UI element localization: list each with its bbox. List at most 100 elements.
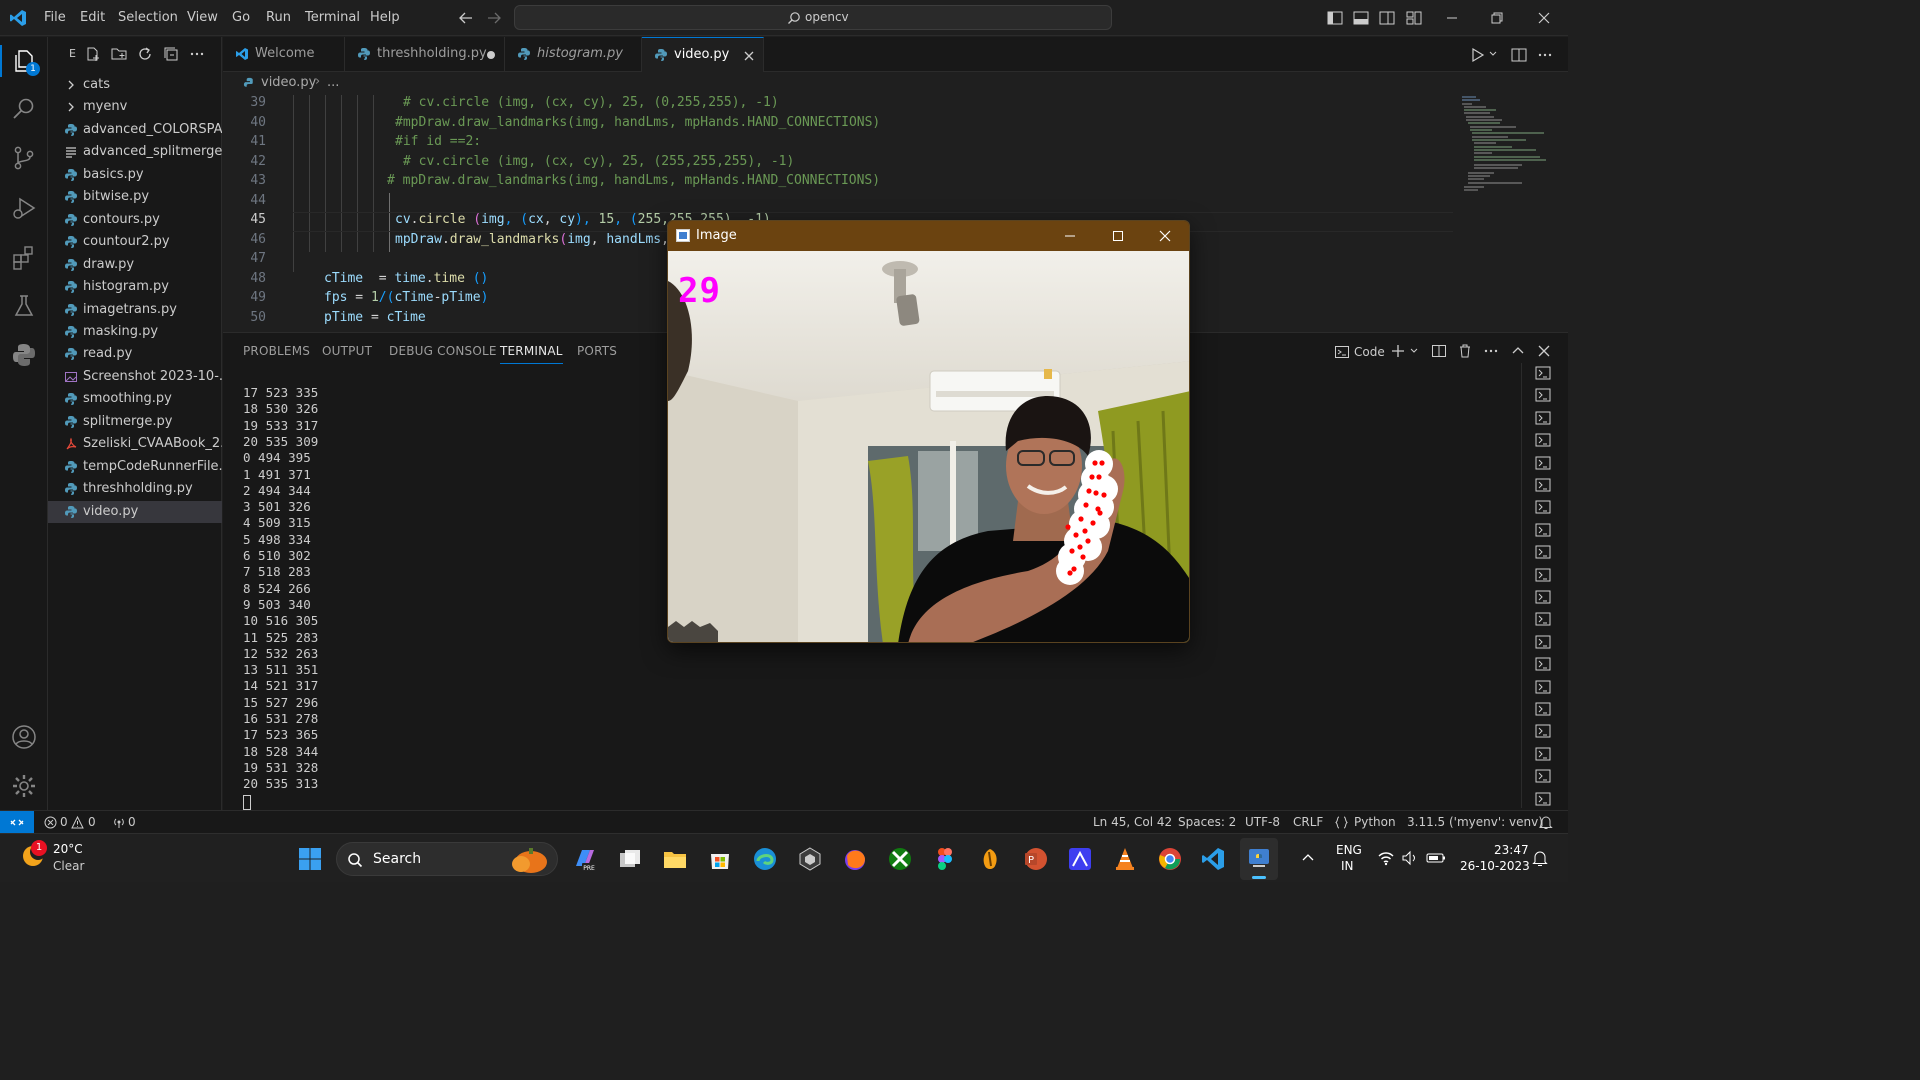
warning-count[interactable]: 0 xyxy=(88,815,96,829)
tab-histogram[interactable]: histogram.py xyxy=(505,37,642,72)
more-actions-icon[interactable] xyxy=(189,46,205,62)
maximize-panel-icon[interactable] xyxy=(1510,343,1526,359)
settings-gear-icon[interactable] xyxy=(10,772,38,800)
firefox-icon[interactable] xyxy=(842,846,868,872)
terminal-shell-label[interactable]: Code xyxy=(1354,345,1385,359)
language-indicator-bottom[interactable]: IN xyxy=(1341,859,1354,873)
terminal-instance-icon[interactable] xyxy=(1535,523,1551,537)
trash-icon[interactable] xyxy=(1457,343,1473,359)
tree-file[interactable]: basics.py xyxy=(48,164,222,186)
terminal-instance-icon[interactable] xyxy=(1535,456,1551,470)
forward-arrow-icon[interactable] xyxy=(486,10,502,26)
chrome-icon[interactable] xyxy=(1157,846,1183,872)
battery-icon[interactable] xyxy=(1426,851,1446,865)
terminal-instance-icon[interactable] xyxy=(1535,411,1551,425)
close-tab-icon[interactable] xyxy=(742,49,756,63)
terminal-instance-icon[interactable] xyxy=(1535,792,1551,806)
terminal-instance-icon[interactable] xyxy=(1535,747,1551,761)
restore-icon[interactable] xyxy=(1488,9,1506,27)
menu-file[interactable]: File xyxy=(44,10,66,25)
notification-bell-icon[interactable] xyxy=(1532,850,1548,867)
task-view-icon[interactable] xyxy=(617,846,643,872)
tab-ports[interactable]: PORTS xyxy=(577,344,617,358)
terminal-instance-icon[interactable] xyxy=(1535,769,1551,783)
cursor-position[interactable]: Ln 45, Col 42 xyxy=(1093,815,1172,829)
menu-run[interactable]: Run xyxy=(266,10,291,25)
tree-file[interactable]: advanced_splitmerge xyxy=(48,141,222,163)
tab-problems[interactable]: PROBLEMS xyxy=(243,344,310,358)
accounts-icon[interactable] xyxy=(10,723,38,751)
powerpoint-icon[interactable]: P xyxy=(1022,846,1048,872)
edge-browser-icon[interactable] xyxy=(752,846,778,872)
encoding[interactable]: UTF-8 xyxy=(1245,815,1280,829)
collapse-all-icon[interactable] xyxy=(163,46,179,62)
tree-file[interactable]: masking.py xyxy=(48,321,222,343)
file-explorer-icon[interactable] xyxy=(662,846,688,872)
chevron-down-icon[interactable] xyxy=(1409,346,1419,356)
menu-selection[interactable]: Selection xyxy=(118,10,178,25)
terminal-instance-icon[interactable] xyxy=(1535,478,1551,492)
tree-file[interactable]: histogram.py xyxy=(48,276,222,298)
close-panel-icon[interactable] xyxy=(1536,343,1552,359)
customize-layout-icon[interactable] xyxy=(1405,9,1423,27)
tab-video[interactable]: video.py xyxy=(642,37,764,72)
terminal-instance-icon[interactable] xyxy=(1535,366,1551,380)
tree-folder[interactable]: cats xyxy=(48,74,222,96)
terminal-instance-icon[interactable] xyxy=(1535,545,1551,559)
tree-file[interactable]: splitmerge.py xyxy=(48,411,222,433)
tab-debug-console[interactable]: DEBUG CONSOLE xyxy=(389,344,497,358)
terminal-instance-icon[interactable] xyxy=(1535,500,1551,514)
microsoft-store-icon[interactable] xyxy=(707,846,733,872)
menu-terminal[interactable]: Terminal xyxy=(305,10,360,25)
tree-file[interactable]: contours.py xyxy=(48,209,222,231)
ports-count[interactable]: 0 xyxy=(128,815,136,829)
run-debug-icon[interactable] xyxy=(10,194,38,222)
tree-file[interactable]: video.py xyxy=(48,500,222,523)
tree-file[interactable]: threshholding.py xyxy=(48,478,222,500)
indentation[interactable]: Spaces: 2 xyxy=(1178,815,1236,829)
tree-file[interactable]: draw.py xyxy=(48,254,222,276)
chevron-up-icon[interactable] xyxy=(1301,852,1315,862)
split-terminal-icon[interactable] xyxy=(1431,343,1447,359)
figma-icon[interactable] xyxy=(932,846,958,872)
maximize-icon[interactable] xyxy=(1111,229,1125,243)
language-indicator-top[interactable]: ENG xyxy=(1336,843,1362,857)
python-icon[interactable] xyxy=(10,341,38,369)
new-folder-icon[interactable] xyxy=(111,46,127,62)
tab-welcome[interactable]: Welcome xyxy=(223,37,345,72)
new-file-icon[interactable] xyxy=(85,46,101,62)
wifi-icon[interactable] xyxy=(1377,850,1395,866)
terminal-instance-icon[interactable] xyxy=(1535,657,1551,671)
copilot-pre-icon[interactable]: PRE xyxy=(572,846,598,872)
windows-start-icon[interactable] xyxy=(297,846,323,872)
tree-file[interactable]: tempCodeRunnerFile.... xyxy=(48,456,222,478)
menu-view[interactable]: View xyxy=(187,10,218,25)
editor-more-icon[interactable] xyxy=(1536,46,1554,64)
terminal-instance-icon[interactable] xyxy=(1535,388,1551,402)
xbox-icon[interactable] xyxy=(887,846,913,872)
language-mode[interactable]: Python xyxy=(1354,815,1396,829)
vscode-taskbar-icon[interactable] xyxy=(1200,846,1226,872)
tree-file[interactable]: Screenshot 2023-10-... xyxy=(48,366,222,388)
chevron-down-icon[interactable] xyxy=(1488,49,1498,59)
terminal-instance-icon[interactable] xyxy=(1535,433,1551,447)
tab-terminal[interactable]: TERMINAL xyxy=(500,344,563,364)
panel-more-icon[interactable] xyxy=(1483,343,1499,359)
terminal-instance-icon[interactable] xyxy=(1535,590,1551,604)
tree-file[interactable]: imagetrans.py xyxy=(48,299,222,321)
tree-file[interactable]: countour2.py xyxy=(48,231,222,253)
python-window-taskbar-button[interactable] xyxy=(1240,838,1278,880)
tree-file[interactable]: read.py xyxy=(48,343,222,365)
breadcrumb-file[interactable]: video.py xyxy=(261,75,316,90)
volume-icon[interactable] xyxy=(1401,850,1419,866)
tab-threshholding[interactable]: threshholding.py xyxy=(345,37,505,72)
terminal-instance-icon[interactable] xyxy=(1535,612,1551,626)
vlc-icon[interactable] xyxy=(1112,846,1138,872)
command-center[interactable]: opencv xyxy=(514,5,1112,30)
tree-file[interactable]: bitwise.py xyxy=(48,186,222,208)
minimize-icon[interactable] xyxy=(1443,9,1461,27)
terminal-instance-icon[interactable] xyxy=(1535,568,1551,582)
source-control-icon[interactable] xyxy=(10,144,38,172)
toggle-primary-sidebar-icon[interactable] xyxy=(1326,9,1344,27)
extensions-icon[interactable] xyxy=(10,243,38,271)
